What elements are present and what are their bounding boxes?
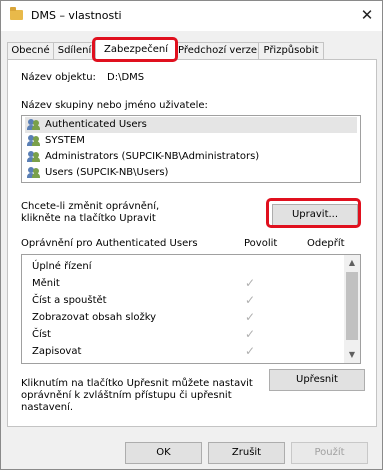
- permission-row: Měnit ✓: [22, 276, 342, 293]
- users-icon: [27, 151, 41, 162]
- groups-label: Název skupiny nebo jméno uživatele:: [21, 100, 208, 111]
- security-tab-highlight: [92, 37, 178, 62]
- permission-name: Číst: [32, 329, 51, 340]
- allow-check-icon: ✓: [245, 327, 256, 341]
- advanced-hint-line1: Kliknutím na tlačítko Upřesnit můžete na…: [21, 378, 253, 389]
- list-item[interactable]: Administrators (SUPCIK-NB\Administrators…: [25, 149, 357, 165]
- permission-name: Úplné řízení: [32, 261, 92, 272]
- folder-icon: [10, 7, 23, 20]
- permission-row: Číst a spouštět ✓: [22, 293, 342, 310]
- edit-hint-line2: klikněte na tlačítko Upravit: [21, 213, 156, 224]
- edit-hint-line1: Chcete-li změnit oprávnění,: [21, 201, 160, 212]
- title-bar: DMS – vlastnosti ✕: [1, 1, 382, 31]
- close-button[interactable]: ✕: [352, 1, 382, 31]
- allow-check-icon: ✓: [245, 344, 256, 358]
- cancel-button[interactable]: Zrušit: [208, 442, 285, 464]
- scroll-down-icon[interactable]: ▼: [344, 347, 360, 363]
- users-icon: [27, 119, 41, 130]
- allow-header: Povolit: [244, 238, 278, 249]
- group-name: Authenticated Users: [45, 119, 147, 130]
- permission-row: Zobrazovat obsah složky ✓: [22, 310, 342, 327]
- permission-name: Měnit: [32, 278, 60, 289]
- deny-header: Odepřít: [307, 238, 345, 249]
- apply-button[interactable]: Použít: [291, 442, 368, 464]
- users-icon: [27, 167, 41, 178]
- permission-row: Zapisovat ✓: [22, 344, 342, 361]
- advanced-hint-line2: oprávnění k zvláštním přístupu či upřesn…: [21, 390, 232, 401]
- users-icon: [27, 135, 41, 146]
- list-item[interactable]: SYSTEM: [25, 133, 357, 149]
- scroll-thumb[interactable]: [346, 272, 358, 340]
- tab-strip: Obecné Sdílení Zabezpečení Předchozí ver…: [7, 39, 377, 60]
- groups-listbox[interactable]: Authenticated Users SYSTEM Administrator…: [21, 115, 361, 183]
- permission-row: Číst ✓: [22, 327, 342, 344]
- tab-sharing[interactable]: Sdílení: [53, 42, 96, 59]
- permissions-scrollbar[interactable]: ▲ ▼: [344, 255, 360, 363]
- list-item[interactable]: Authenticated Users: [25, 117, 357, 133]
- allow-check-icon: ✓: [245, 310, 256, 324]
- allow-check-icon: ✓: [245, 276, 256, 290]
- window-title: DMS – vlastnosti: [31, 9, 122, 22]
- permission-row: Úplné řízení: [22, 259, 342, 276]
- object-name-value: D:\DMS: [107, 72, 145, 83]
- group-name: SYSTEM: [45, 135, 85, 146]
- ok-button[interactable]: OK: [125, 442, 202, 464]
- edit-button-highlight: [266, 198, 361, 228]
- scroll-up-icon[interactable]: ▲: [344, 255, 360, 271]
- group-name: Administrators (SUPCIK-NB\Administrators…: [45, 151, 260, 162]
- allow-check-icon: ✓: [245, 293, 256, 307]
- tab-customize[interactable]: Přizpůsobit: [258, 42, 324, 59]
- list-item[interactable]: Users (SUPCIK-NB\Users): [25, 165, 357, 181]
- advanced-button[interactable]: Upřesnit: [269, 369, 365, 391]
- advanced-hint-line3: nastavení.: [21, 402, 74, 413]
- permissions-listbox: Zapisovat ✓ Číst ✓ Zobrazovat obsah složky ✓ Č…: [21, 254, 361, 364]
- permission-name: Zapisovat: [32, 346, 82, 357]
- permissions-title: Oprávnění pro Authenticated Users: [21, 238, 198, 249]
- object-name-label: Název objektu:: [21, 72, 96, 83]
- group-name: Users (SUPCIK-NB\Users): [45, 167, 169, 178]
- tab-general[interactable]: Obecné: [7, 42, 54, 59]
- permission-name: Číst a spouštět: [32, 295, 107, 306]
- permission-name: Zobrazovat obsah složky: [32, 312, 157, 323]
- security-panel: Název objektu: D:\DMS Název skupiny nebo…: [7, 59, 377, 427]
- tab-previous-versions[interactable]: Předchozí verze: [176, 42, 259, 59]
- properties-window: DMS – vlastnosti ✕ Obecné Sdílení Zabezp…: [0, 0, 383, 470]
